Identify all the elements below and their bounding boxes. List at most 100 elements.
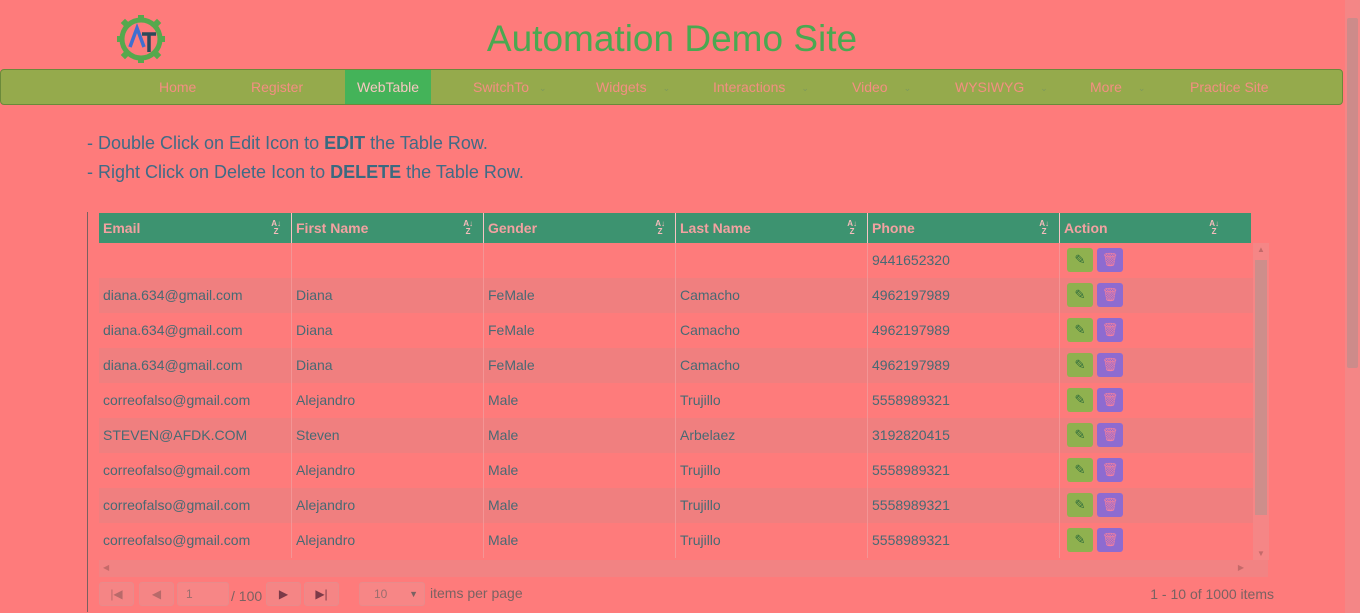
edit-row-button[interactable]: ✎: [1067, 458, 1093, 482]
table-horizontal-scrollbar[interactable]: ◀ ▶: [99, 560, 1268, 577]
nav-register-label: Register: [251, 79, 304, 95]
nav-home[interactable]: Home: [159, 70, 196, 104]
sort-alpha-icon[interactable]: A↓ Z: [1209, 220, 1219, 236]
delete-row-button[interactable]: 🗑: [1097, 493, 1123, 517]
delete-row-button[interactable]: 🗑: [1097, 318, 1123, 342]
table-row: correofalso@gmail.com Alejandro Male Trujil…: [99, 523, 1253, 558]
cell-phone: 5558989321: [868, 523, 1060, 558]
items-per-page-select[interactable]: 10 ▼: [359, 582, 425, 606]
chevron-down-icon: ⌄: [662, 83, 671, 93]
table-row: correofalso@gmail.com Alejandro Male Trujil…: [99, 488, 1253, 523]
cell-email: diana.634@gmail.com: [99, 313, 292, 348]
page-scroll-thumb[interactable]: [1347, 18, 1358, 368]
cell-last-name: Trujillo: [676, 453, 868, 488]
cell-action: ✎ 🗑: [1060, 523, 1251, 558]
nav-widgets-label: Widgets: [596, 79, 647, 95]
cell-phone: 5558989321: [868, 453, 1060, 488]
column-header-label: Gender: [488, 220, 538, 236]
cell-action: ✎ 🗑: [1060, 453, 1251, 488]
cell-phone: 4962197989: [868, 313, 1060, 348]
sort-alpha-icon[interactable]: A↓ Z: [463, 220, 473, 236]
cell-last-name: Camacho: [676, 278, 868, 313]
cell-last-name: Trujillo: [676, 383, 868, 418]
sort-alpha-icon[interactable]: A↓ Z: [271, 220, 281, 236]
table-vertical-scrollbar[interactable]: ▲ ▼: [1253, 243, 1269, 560]
nav-webtable-label: WebTable: [357, 79, 420, 95]
column-header-last-name[interactable]: Last Name A↓ Z: [676, 213, 868, 243]
column-header-action[interactable]: Action A↓ Z: [1060, 213, 1251, 243]
column-header-gender[interactable]: Gender A↓ Z: [484, 213, 676, 243]
first-page-button[interactable]: |◀: [99, 582, 134, 606]
prev-page-button[interactable]: ◀: [139, 582, 174, 606]
sort-alpha-icon[interactable]: A↓ Z: [847, 220, 857, 236]
cell-gender: [484, 243, 676, 278]
page-number-input[interactable]: 1: [177, 582, 229, 606]
delete-row-button[interactable]: 🗑: [1097, 248, 1123, 272]
table-body: 9441652320 ✎ 🗑 diana.634@gmail.com Diana FeMa…: [99, 243, 1253, 560]
edit-row-button[interactable]: ✎: [1067, 318, 1093, 342]
cell-email: diana.634@gmail.com: [99, 348, 292, 383]
last-page-icon: ▶|: [315, 587, 328, 601]
edit-row-button[interactable]: ✎: [1067, 493, 1093, 517]
last-page-button[interactable]: ▶|: [304, 582, 339, 606]
scroll-up-icon[interactable]: ▲: [1253, 245, 1269, 254]
nav-wysiwyg[interactable]: WYSIWYG ⌄: [955, 70, 1048, 104]
cell-phone: 4962197989: [868, 278, 1060, 313]
delete-row-button[interactable]: 🗑: [1097, 458, 1123, 482]
cell-gender: FeMale: [484, 278, 676, 313]
column-header-email[interactable]: Email A↓ Z: [99, 213, 292, 243]
scroll-right-icon[interactable]: ▶: [1238, 563, 1244, 572]
cell-first-name: Alejandro: [292, 383, 484, 418]
web-table: Email A↓ Z First Name A↓ Z Gender A↓ Z Last Na…: [87, 212, 1274, 612]
chevron-down-icon: ⌄: [1040, 83, 1048, 93]
delete-row-button[interactable]: 🗑: [1097, 423, 1123, 447]
cell-phone: 5558989321: [868, 383, 1060, 418]
sort-alpha-icon[interactable]: A↓ Z: [1039, 220, 1049, 236]
column-header-phone[interactable]: Phone A↓ Z: [868, 213, 1060, 243]
cell-phone: 9441652320: [868, 243, 1060, 278]
pager: |◀ ◀ 1 / 100 ▶ ▶| 10 ▼ items per page 1 -…: [99, 580, 1274, 610]
edit-row-button[interactable]: ✎: [1067, 388, 1093, 412]
column-header-label: Last Name: [680, 220, 751, 236]
page-scrollbar[interactable]: [1345, 0, 1360, 613]
cell-last-name: Arbelaez: [676, 418, 868, 453]
sort-alpha-icon[interactable]: A↓ Z: [655, 220, 665, 236]
instruction-delete: - Right Click on Delete Icon to DELETE t…: [87, 162, 524, 183]
cell-gender: Male: [484, 523, 676, 558]
scroll-thumb[interactable]: [1255, 260, 1267, 515]
cell-first-name: Steven: [292, 418, 484, 453]
edit-row-button[interactable]: ✎: [1067, 423, 1093, 447]
next-page-button[interactable]: ▶: [266, 582, 301, 606]
nav-switchto[interactable]: SwitchTo ⌄: [473, 70, 547, 104]
nav-video-label: Video: [852, 79, 888, 95]
items-per-page-value: 10: [374, 587, 388, 601]
edit-row-button[interactable]: ✎: [1067, 353, 1093, 377]
delete-row-button[interactable]: 🗑: [1097, 528, 1123, 552]
delete-row-button[interactable]: 🗑: [1097, 283, 1123, 307]
nav-interactions-label: Interactions: [713, 79, 786, 95]
nav-practice-site[interactable]: Practice Site: [1190, 70, 1269, 104]
main-navbar: Home Register WebTable SwitchTo ⌄ Widgets…: [0, 69, 1343, 105]
instruction-keyword: DELETE: [330, 162, 402, 182]
scroll-left-icon[interactable]: ◀: [103, 563, 109, 572]
scroll-down-icon[interactable]: ▼: [1253, 549, 1269, 558]
nav-more[interactable]: More ⌄: [1090, 70, 1145, 104]
next-page-icon: ▶: [278, 587, 289, 601]
edit-row-button[interactable]: ✎: [1067, 283, 1093, 307]
edit-row-button[interactable]: ✎: [1067, 248, 1093, 272]
delete-row-button[interactable]: 🗑: [1097, 353, 1123, 377]
nav-video[interactable]: Video ⌄: [852, 70, 911, 104]
chevron-down-icon: ⌄: [903, 83, 912, 93]
edit-row-button[interactable]: ✎: [1067, 528, 1093, 552]
cell-gender: Male: [484, 488, 676, 523]
cell-phone: 3192820415: [868, 418, 1060, 453]
nav-register[interactable]: Register: [251, 70, 303, 104]
column-header-label: Action: [1064, 220, 1108, 236]
nav-webtable[interactable]: WebTable: [345, 70, 432, 104]
nav-widgets[interactable]: Widgets ⌄: [596, 70, 670, 104]
table-row: STEVEN@AFDK.COM Steven Male Arbelaez 3192820…: [99, 418, 1253, 453]
instruction-text: - Right Click on Delete Icon to: [87, 162, 331, 182]
delete-row-button[interactable]: 🗑: [1097, 388, 1123, 412]
column-header-first-name[interactable]: First Name A↓ Z: [292, 213, 484, 243]
nav-interactions[interactable]: Interactions ⌄: [713, 70, 809, 104]
